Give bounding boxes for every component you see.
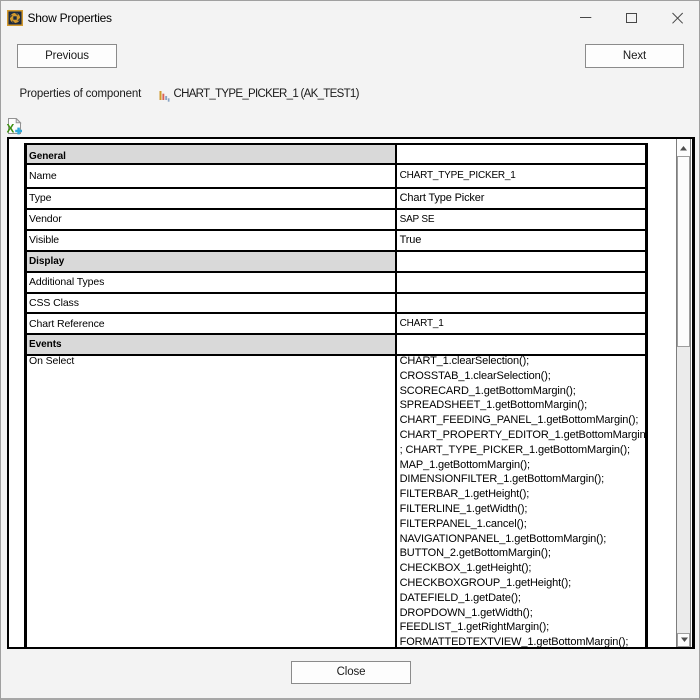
svg-text:X: X <box>7 122 14 135</box>
